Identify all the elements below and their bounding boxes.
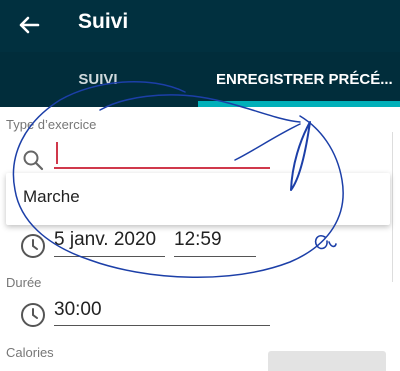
date-field[interactable]: 5 janv. 2020 — [54, 229, 165, 257]
text-caret — [56, 142, 58, 164]
arrow-left-icon[interactable] — [14, 10, 44, 40]
save-button[interactable] — [268, 351, 386, 371]
exercise-type-label: Type d’exercice — [6, 117, 97, 132]
suggestion-item-marche[interactable]: Marche — [23, 187, 80, 207]
duration-label: Durée — [6, 275, 42, 290]
suggestion-dropdown: Marche — [6, 173, 390, 225]
search-icon — [23, 150, 44, 171]
tab-bar: SUIVI ENREGISTRER PRÉCÉ... — [0, 52, 400, 107]
tab-enregistrer-precedent[interactable]: ENREGISTRER PRÉCÉ... — [198, 52, 400, 107]
page-title: Suivi — [78, 10, 129, 33]
exercise-form: Type d’exercice Marche 5 janv. 2020 12:5… — [0, 107, 400, 371]
time-field[interactable]: 12:59 — [174, 229, 256, 257]
exercise-type-input[interactable] — [54, 139, 270, 169]
clock-icon — [21, 234, 45, 258]
side-panel-edge — [392, 132, 400, 282]
duration-field[interactable]: 30:00 — [54, 299, 270, 326]
calories-label: Calories — [6, 345, 54, 360]
timer-icon — [21, 303, 45, 327]
tab-suivi[interactable]: SUIVI — [0, 52, 196, 107]
app-bar: Suivi — [0, 0, 400, 52]
